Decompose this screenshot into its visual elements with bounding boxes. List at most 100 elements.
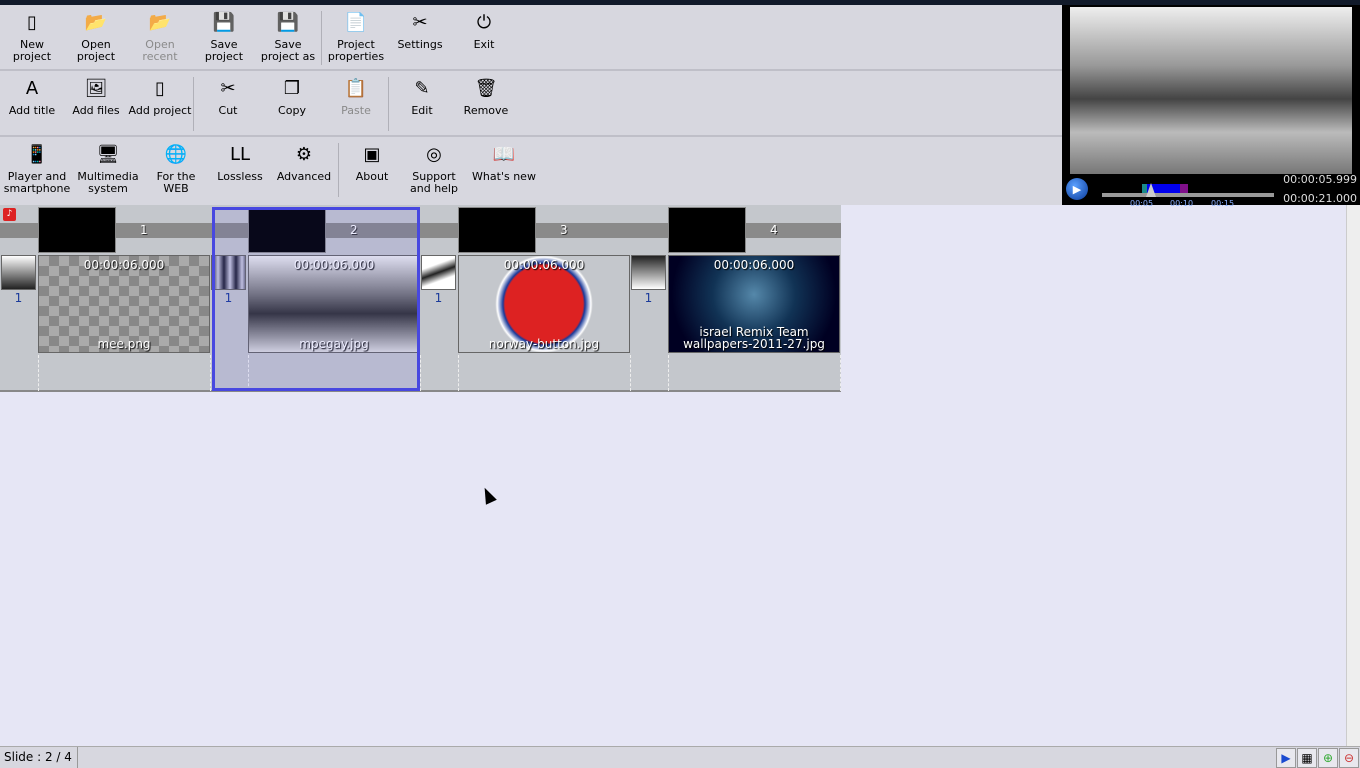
button-label: Remove — [463, 104, 509, 117]
preview-panel: ▶ 00:05 00:10 00:15 00:00:05.999 00:00:2… — [1062, 5, 1360, 208]
open-project-button[interactable]: 📂 Open project — [64, 5, 128, 69]
multimedia-system-button[interactable]: 🖥 Multimedia system — [72, 137, 144, 201]
edit-button[interactable]: ✎ Edit — [390, 71, 454, 135]
pen-icon: ✎ — [414, 78, 430, 99]
slide-thumbnail[interactable]: 00:00:06.000 israel Remix Team wallpapers… — [668, 255, 840, 353]
power-icon: ⏻ — [476, 12, 492, 33]
vertical-scrollbar[interactable] — [1346, 205, 1360, 746]
scissors-icon: ✂ — [220, 78, 236, 99]
add-project-button[interactable]: ▯ Add project — [128, 71, 192, 135]
slot-divider — [420, 355, 421, 391]
paste-icon: 📋 — [344, 78, 368, 99]
slot-divider — [38, 355, 39, 391]
slide-filename: mee.png — [97, 337, 151, 351]
slide-number: 4 — [770, 223, 778, 237]
transition-thumbnail[interactable] — [421, 255, 456, 290]
toolbar-edit: A Add title 🖼 Add files ▯ Add project ✂ Cut ❐ Cop… — [0, 71, 1062, 137]
seek-handle[interactable] — [1146, 183, 1157, 197]
tick-label: 00:15 — [1211, 199, 1235, 208]
new-file-icon: ▯ — [27, 12, 37, 33]
slide-duration: 00:00:06.000 — [83, 258, 165, 272]
slide-background-thumbnail[interactable] — [458, 207, 536, 253]
exit-button[interactable]: ⏻ Exit — [452, 5, 516, 69]
button-label: Settings — [397, 38, 443, 51]
slide-thumbnail[interactable]: 00:00:06.000 norway-button.jpg — [458, 255, 630, 353]
floppy-saveas-icon: 💾 — [276, 12, 300, 33]
settings-button[interactable]: ✂ Settings — [388, 5, 452, 69]
button-label: Save project as — [260, 38, 316, 63]
button-label: What's new — [472, 170, 536, 183]
new-project-button[interactable]: ▯ New project — [0, 5, 64, 69]
zoom-in-icon[interactable]: ⊕ — [1318, 748, 1338, 768]
button-label: Cut — [218, 104, 238, 117]
project-properties-button[interactable]: 📄 Project properties — [324, 5, 388, 69]
add-project-icon: ▯ — [155, 78, 165, 99]
mouse-cursor — [479, 485, 497, 505]
toolbar-separator — [388, 77, 389, 131]
button-label: Support and help — [410, 170, 458, 195]
floppy-icon: 💾 — [212, 12, 236, 33]
transition-thumbnail[interactable] — [631, 255, 666, 290]
for-the-web-button[interactable]: 🌐 For the WEB — [144, 137, 208, 201]
gear-icon: ⚙ — [295, 144, 313, 165]
about-icon: ▣ — [363, 144, 381, 165]
lossless-button[interactable]: LL Lossless — [208, 137, 272, 201]
tv-icon: 🖥 — [96, 144, 120, 165]
lifebuoy-icon: ◎ — [426, 144, 442, 165]
save-project-button[interactable]: 💾 Save project — [192, 5, 256, 69]
slot-divider — [210, 355, 211, 391]
transition-duration: 1 — [644, 291, 653, 305]
button-label: Add title — [8, 104, 56, 117]
transition-duration: 1 — [434, 291, 443, 305]
slide-timeline: ♪ 1 1 00:00:06.000 mee.png 1 2 00:00:06.000 mpe… — [0, 205, 841, 392]
slide-duration: 00:00:06.000 — [713, 258, 795, 272]
support-and-help-button[interactable]: ◎ Support and help — [402, 137, 466, 201]
zoom-out-icon[interactable]: ⊖ — [1339, 748, 1359, 768]
book-icon: 📖 — [492, 144, 516, 165]
about-button[interactable]: ▣ About — [340, 137, 404, 201]
toolbar-separator — [338, 143, 339, 197]
copy-button[interactable]: ❐ Copy — [260, 71, 324, 135]
smartphone-icon: 📱 — [25, 144, 49, 165]
add-title-button[interactable]: A Add title — [0, 71, 64, 135]
button-label: Edit — [411, 104, 433, 117]
folder-open-icon: 📂 — [84, 12, 108, 33]
button-label: Add files — [72, 104, 120, 117]
seek-slider[interactable] — [1102, 193, 1274, 197]
button-label: Open project — [76, 38, 116, 63]
toolbar-file: ▯ New project 📂 Open project 📂 Open recent 💾 Sa… — [0, 5, 1062, 71]
advanced-button[interactable]: ⚙ Advanced — [272, 137, 336, 201]
grid-icon[interactable]: ▦ — [1297, 748, 1317, 768]
slot-divider — [840, 355, 841, 391]
lossless-icon: LL — [229, 144, 251, 165]
open-recent-icon: 📂 — [148, 12, 172, 33]
play-icon[interactable]: ▶ — [1276, 748, 1296, 768]
button-label: Lossless — [217, 170, 263, 183]
selected-slide-highlight — [212, 207, 420, 391]
button-label: About — [355, 170, 389, 183]
paste-button[interactable]: 📋 Paste — [324, 71, 388, 135]
player-and-smartphone-button[interactable]: 📱 Player and smartphone — [0, 137, 74, 201]
save-project-as-button[interactable]: 💾 Save project as — [256, 5, 320, 69]
slide-thumbnail[interactable]: 00:00:06.000 mee.png — [38, 255, 210, 353]
button-label: New project — [12, 38, 52, 63]
what-s-new-button[interactable]: 📖 What's new — [470, 137, 538, 201]
transition-duration: 1 — [14, 291, 23, 305]
play-button[interactable]: ▶ — [1066, 178, 1088, 200]
add-files-button[interactable]: 🖼 Add files — [64, 71, 128, 135]
tick-label: 00:05 — [1130, 199, 1154, 208]
slot-divider — [630, 355, 631, 391]
slide-counter: Slide : 2 / 4 — [0, 747, 78, 768]
remove-button[interactable]: 🗑 Remove — [454, 71, 518, 135]
button-label: Add project — [128, 104, 192, 117]
button-label: Exit — [473, 38, 495, 51]
tick-label: 00:10 — [1170, 199, 1194, 208]
cut-button[interactable]: ✂ Cut — [196, 71, 260, 135]
toolbar-separator — [193, 77, 194, 131]
slide-background-thumbnail[interactable] — [38, 207, 116, 253]
music-icon[interactable]: ♪ — [3, 208, 16, 221]
slide-background-thumbnail[interactable] — [668, 207, 746, 253]
open-recent-button[interactable]: 📂 Open recent — [128, 5, 192, 69]
status-bar: Slide : 2 / 4 ▶ ▦ ⊕ ⊖ — [0, 746, 1360, 768]
transition-thumbnail[interactable] — [1, 255, 36, 290]
